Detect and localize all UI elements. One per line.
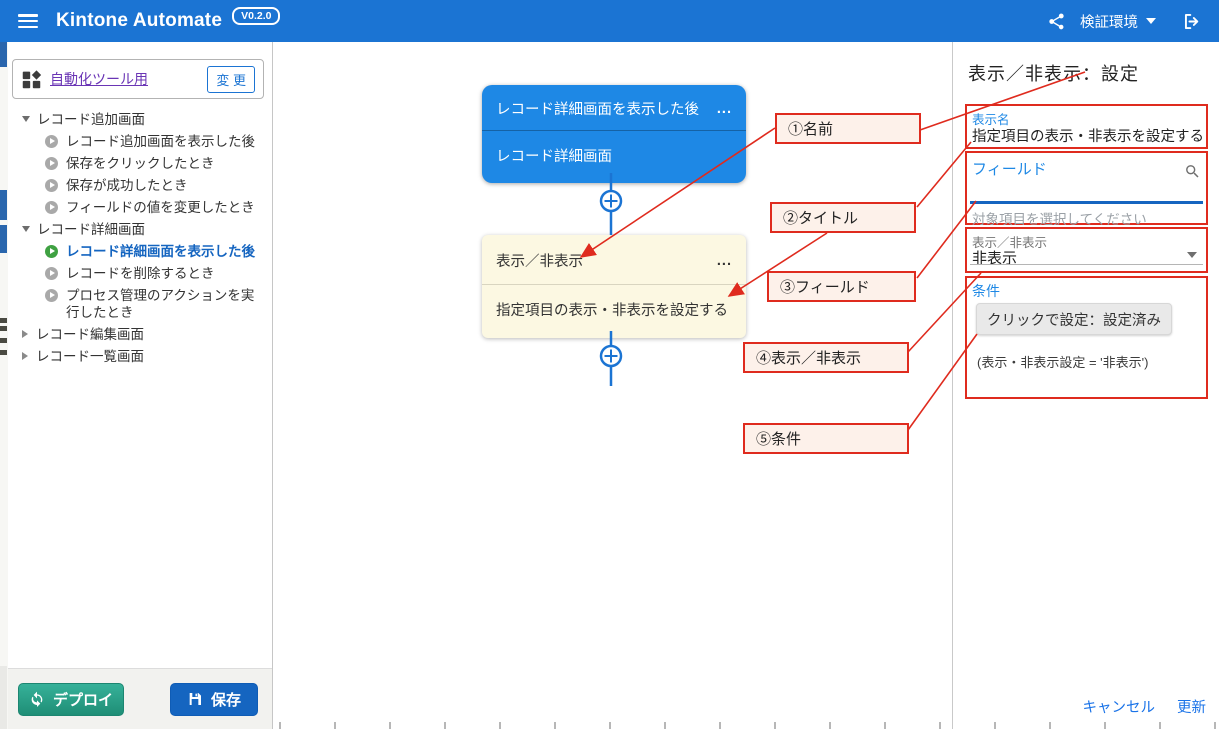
- tree-group-label: レコード編集画面: [36, 326, 144, 343]
- select-caret-icon[interactable]: [1187, 252, 1197, 258]
- share-icon[interactable]: [1047, 12, 1066, 31]
- app-selector-box: 自動化ツール用 変 更: [12, 59, 264, 99]
- tree-item-process-action[interactable]: プロセス管理のアクションを実行したとき: [8, 284, 272, 323]
- app-name-link[interactable]: 自動化ツール用: [50, 69, 148, 89]
- tree-item-label: フィールドの値を変更したとき: [66, 199, 255, 216]
- annotation-box-title: ②タイトル: [770, 202, 916, 233]
- app-title: Kintone Automate: [56, 10, 222, 32]
- annotation-box-name: ①名前: [775, 113, 921, 144]
- annotation-box-condition: ⑤条件: [743, 423, 909, 454]
- condition-label: 条件: [972, 281, 1000, 301]
- annotation-box-field: ③フィールド: [767, 271, 916, 302]
- kintone-automate-window: Kintone Automate V0.2.0 検証環境 自動化ツ: [0, 0, 1219, 729]
- flow-node-subtitle: 指定項目の表示・非表示を設定する: [482, 285, 746, 338]
- sync-icon: [29, 691, 45, 707]
- tree-group-label: レコード詳細画面: [37, 221, 145, 238]
- bottom-edge-ticks: [279, 722, 1219, 729]
- tree-item-detail-shown-active[interactable]: レコード詳細画面を表示した後: [8, 240, 272, 262]
- display-name-section: 表示名 指定項目の表示・非表示を設定する: [965, 104, 1208, 149]
- flow-node-trigger[interactable]: レコード詳細画面を表示した後 ... レコード詳細画面: [482, 85, 746, 183]
- tree-item-field-changed[interactable]: フィールドの値を変更したとき: [8, 196, 272, 218]
- logout-icon[interactable]: [1182, 11, 1203, 32]
- top-bar-right: 検証環境: [1047, 11, 1203, 32]
- event-play-icon: [45, 289, 58, 302]
- flow-node-action[interactable]: 表示／非表示 ... 指定項目の表示・非表示を設定する: [482, 235, 746, 338]
- tree-group-record-add[interactable]: レコード追加画面: [8, 108, 272, 130]
- event-tree: レコード追加画面 レコード追加画面を表示した後 保存をクリックしたとき 保存が成…: [8, 108, 272, 367]
- version-badge: V0.2.0: [232, 7, 280, 25]
- condition-section: 条件 クリックで設定：設定済み (表示・非表示設定 = '非表示'): [965, 276, 1208, 399]
- condition-set-button[interactable]: クリックで設定：設定済み: [976, 303, 1172, 335]
- tree-item-label: 保存が成功したとき: [66, 177, 188, 194]
- event-play-icon-active: [45, 245, 58, 258]
- environment-selector[interactable]: 検証環境: [1080, 11, 1138, 32]
- flow-node-title: 表示／非表示: [496, 250, 583, 271]
- condition-expression: (表示・非表示設定 = '非表示'): [977, 352, 1148, 371]
- tree-item-label: プロセス管理のアクションを実行したとき: [66, 287, 262, 321]
- visibility-select-section: 表示／非表示 非表示: [965, 227, 1208, 273]
- tree-item-label: 保存をクリックしたとき: [66, 155, 215, 172]
- node-menu-icon[interactable]: ...: [717, 253, 732, 269]
- caret-down-icon: [22, 116, 30, 122]
- cancel-button[interactable]: キャンセル: [1083, 696, 1156, 717]
- tree-item-save-success[interactable]: 保存が成功したとき: [8, 174, 272, 196]
- chevron-down-icon[interactable]: [1146, 18, 1156, 24]
- floppy-save-icon: [187, 691, 203, 707]
- event-play-icon: [45, 267, 58, 280]
- display-name-value[interactable]: 指定項目の表示・非表示を設定する: [972, 125, 1204, 146]
- event-play-icon: [45, 157, 58, 170]
- sidebar-footer: デプロイ 保存: [8, 668, 272, 729]
- update-button[interactable]: 更新: [1177, 696, 1206, 717]
- search-icon[interactable]: [1184, 163, 1201, 185]
- event-play-icon: [45, 201, 58, 214]
- tree-group-record-detail[interactable]: レコード詳細画面: [8, 218, 272, 240]
- flow-node-title: レコード詳細画面を表示した後: [496, 98, 699, 119]
- tree-item-record-delete[interactable]: レコードを削除するとき: [8, 262, 272, 284]
- flow-node-subtitle: レコード詳細画面: [482, 131, 746, 183]
- field-select-section: フィールド 対象項目を選択してください: [965, 151, 1208, 225]
- annotation-box-visibility: ④表示／非表示: [743, 342, 909, 373]
- tree-item-label: レコードを削除するとき: [66, 265, 215, 282]
- tree-group-record-list[interactable]: レコード一覧画面: [8, 345, 272, 367]
- tree-item-label: レコード追加画面を表示した後: [66, 133, 255, 150]
- visibility-select-underline: [970, 264, 1203, 265]
- tree-item-save-clicked[interactable]: 保存をクリックしたとき: [8, 152, 272, 174]
- top-bar: Kintone Automate V0.2.0 検証環境: [0, 0, 1219, 42]
- tree-item-add-shown[interactable]: レコード追加画面を表示した後: [8, 130, 272, 152]
- tree-group-label: レコード一覧画面: [36, 348, 144, 365]
- settings-panel: 表示／非表示：設定 表示名 指定項目の表示・非表示を設定する フィールド 対象項…: [952, 42, 1219, 729]
- deploy-button[interactable]: デプロイ: [18, 683, 124, 716]
- save-button-label: 保存: [211, 689, 241, 710]
- change-app-button[interactable]: 変 更: [207, 66, 255, 93]
- save-button[interactable]: 保存: [170, 683, 258, 716]
- panel-title: 表示／非表示：設定: [968, 60, 1139, 86]
- event-play-icon: [45, 179, 58, 192]
- tree-item-label: レコード詳細画面を表示した後: [66, 243, 255, 260]
- field-label: フィールド: [972, 158, 1047, 179]
- tree-group-record-edit[interactable]: レコード編集画面: [8, 323, 272, 345]
- field-input-underline: [970, 201, 1203, 204]
- deploy-button-label: デプロイ: [53, 689, 113, 710]
- hamburger-menu-icon[interactable]: [18, 14, 38, 28]
- caret-down-icon: [22, 226, 30, 232]
- sidebar: 自動化ツール用 変 更 レコード追加画面 レコード追加画面を表示した後 保存をク…: [8, 42, 273, 729]
- caret-right-icon: [22, 330, 28, 338]
- panel-actions: キャンセル 更新: [1083, 696, 1207, 717]
- app-icon: [21, 69, 42, 90]
- event-play-icon: [45, 135, 58, 148]
- node-menu-icon[interactable]: ...: [717, 101, 732, 117]
- tree-group-label: レコード追加画面: [37, 111, 145, 128]
- field-input-placeholder[interactable]: 対象項目を選択してください: [972, 208, 1147, 228]
- caret-right-icon: [22, 352, 28, 360]
